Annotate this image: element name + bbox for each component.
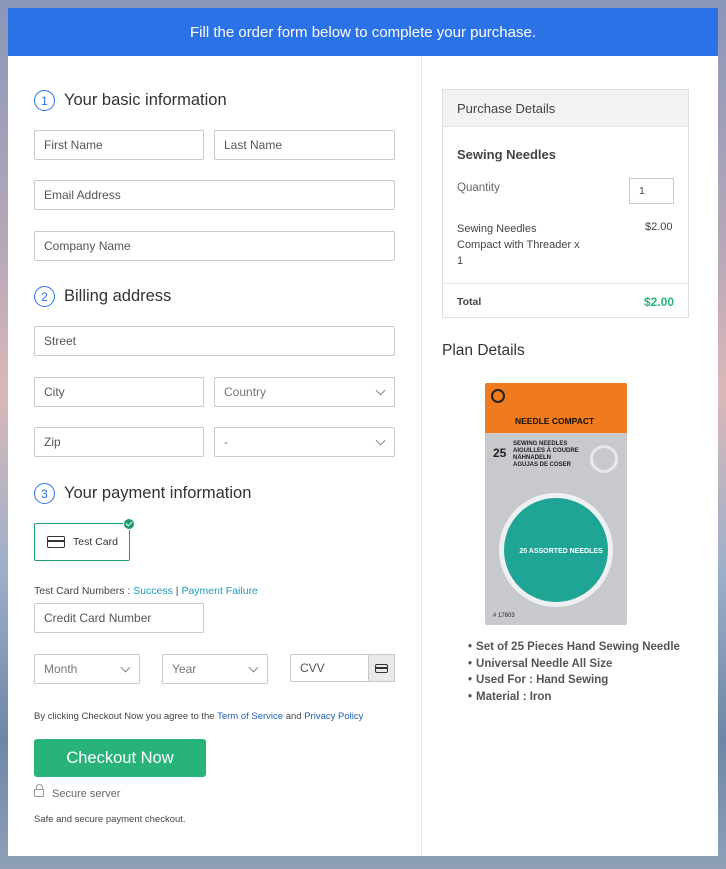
credit-card-icon [47, 536, 65, 548]
order-form: 1 Your basic information First Name Last… [8, 56, 422, 856]
section-title: Your payment information [64, 484, 252, 502]
case-label: 25 ASSORTED NEEDLES [519, 548, 603, 555]
feature-item: Used For : Hand Sewing [468, 672, 680, 689]
product-name: Sewing Needles [457, 147, 556, 162]
chevron-down-icon [248, 662, 259, 672]
safe-checkout-label: Safe and secure payment checkout. [34, 814, 186, 825]
cvv-card-button[interactable] [368, 654, 395, 682]
section-title: Billing address [64, 287, 172, 305]
item-price: $2.00 [645, 221, 673, 233]
item-line: Sewing Needles [457, 223, 537, 235]
feature-item: Universal Needle All Size [468, 656, 680, 673]
total-value: $2.00 [644, 295, 675, 309]
chevron-down-icon [375, 385, 386, 395]
country-select[interactable]: Country [214, 377, 395, 407]
success-link[interactable]: Success [133, 585, 173, 597]
item-line: Compact with Threader x [457, 239, 580, 251]
quantity-label: Quantity [457, 182, 500, 194]
terms-link[interactable]: Term of Service [217, 711, 283, 722]
last-name-field[interactable]: Last Name [214, 130, 395, 160]
purchase-details-header: Purchase Details [443, 90, 688, 127]
step-number: 2 [34, 286, 55, 307]
billing-header: 2 Billing address [34, 286, 171, 307]
banner-text: Fill the order form below to complete yo… [190, 23, 536, 41]
first-name-field[interactable]: First Name [34, 130, 204, 160]
hanger-icon [491, 389, 505, 403]
company-field[interactable]: Company Name [34, 231, 395, 261]
credit-card-number-field[interactable]: Credit Card Number [34, 603, 204, 633]
package-brand: NEEDLE COMPACT [515, 416, 595, 426]
secure-server-label: Secure server [52, 788, 121, 800]
agree-prefix: By clicking Checkout Now you agree to th… [34, 711, 218, 722]
purchase-details: Purchase Details Sewing Needles Quantity… [442, 89, 689, 318]
plan-details-title: Plan Details [442, 342, 525, 359]
month-select[interactable]: Month [34, 654, 140, 684]
order-form-card: 1 Your basic information First Name Last… [8, 56, 718, 856]
quantity-input[interactable]: 1 [629, 178, 674, 204]
payment-failure-link[interactable]: Payment Failure [181, 585, 257, 597]
package-text: AIGUILLES À COUDRE [513, 448, 579, 454]
chevron-down-icon [375, 435, 386, 445]
step-number: 1 [34, 90, 55, 111]
package-header: NEEDLE COMPACT [485, 383, 627, 433]
state-select[interactable]: - [214, 427, 395, 457]
package-code: # 17603 [493, 613, 515, 619]
package-count: 25 [493, 446, 507, 460]
lock-icon [34, 784, 44, 797]
package-text: NÄHNADELN [513, 455, 551, 461]
chevron-down-icon [120, 662, 131, 672]
checkout-now-button[interactable]: Checkout Now [34, 739, 206, 777]
test-card-label: Test Card [73, 536, 118, 548]
package-text: SEWING NEEDLES [513, 441, 568, 447]
item-description: Sewing Needles Compact with Threader x 1 [457, 221, 580, 269]
test-card-numbers: Test Card Numbers : Success | Payment Fa… [34, 585, 258, 597]
country-value: Country [224, 385, 267, 399]
city-field[interactable]: City [34, 377, 204, 407]
agreement-text: By clicking Checkout Now you agree to th… [34, 711, 363, 722]
package-text: AGUJAS DE COSER [513, 462, 572, 468]
item-line: 1 [457, 255, 464, 267]
top-banner: Fill the order form below to complete yo… [8, 8, 718, 56]
test-numbers-label: Test Card Numbers : [34, 585, 134, 597]
basic-info-header: 1 Your basic information [34, 90, 227, 111]
cvv-field[interactable]: CVV [290, 654, 369, 682]
summary-panel: Purchase Details Sewing Needles Quantity… [422, 56, 718, 856]
test-card-option[interactable]: Test Card [34, 518, 135, 561]
product-image: NEEDLE COMPACT 25 SEWING NEEDLES AIGUILL… [485, 383, 627, 625]
check-icon [123, 518, 135, 530]
year-value: Year [172, 662, 197, 676]
section-title: Your basic information [64, 91, 227, 109]
step-number: 3 [34, 483, 55, 504]
feature-item: Material : Iron [468, 689, 680, 706]
total-label: Total [457, 296, 482, 308]
zip-field[interactable]: Zip [34, 427, 204, 457]
credit-card-icon [375, 663, 388, 673]
needle-case: 25 ASSORTED NEEDLES [499, 493, 613, 607]
state-value: - [224, 435, 228, 449]
feature-item: Set of 25 Pieces Hand Sewing Needle [468, 639, 680, 656]
street-field[interactable]: Street [34, 326, 395, 356]
divider [443, 283, 688, 284]
feature-list: Set of 25 Pieces Hand Sewing Needle Univ… [468, 639, 680, 705]
month-value: Month [44, 662, 78, 676]
email-field[interactable]: Email Address [34, 180, 395, 210]
privacy-link[interactable]: Privacy Policy [304, 711, 363, 722]
threader-ring [590, 445, 618, 473]
and-text: and [283, 711, 305, 722]
year-select[interactable]: Year [162, 654, 268, 684]
payment-header: 3 Your payment information [34, 483, 251, 504]
